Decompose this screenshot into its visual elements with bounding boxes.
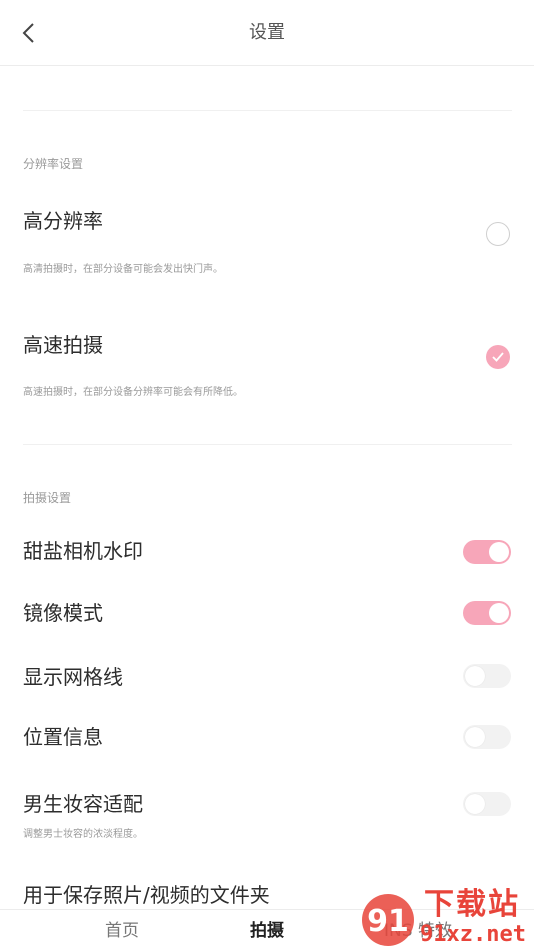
setting-desc-male-makeup: 调整男士妆容的浓淡程度。 <box>23 829 143 840</box>
toggle-knob <box>465 794 485 814</box>
toggle-grid-lines[interactable] <box>463 664 511 688</box>
option-desc-high-resolution: 高清拍摄时，在部分设备可能会发出快门声。 <box>23 264 223 275</box>
option-desc-high-speed: 高速拍摄时，在部分设备分辨率可能会有所降低。 <box>23 387 243 398</box>
setting-title-location: 位置信息 <box>23 725 103 749</box>
radio-high-resolution[interactable] <box>486 222 510 246</box>
section-label-resolution: 分辨率设置 <box>23 157 84 171</box>
section-label-shooting: 拍摄设置 <box>23 491 72 505</box>
option-title-high-speed[interactable]: 高速拍摄 <box>23 331 103 359</box>
setting-title-save-folder[interactable]: 用于保存照片/视频的文件夹 <box>23 881 270 909</box>
watermark-logo-icon: 91 <box>362 894 414 946</box>
toggle-male-makeup[interactable] <box>463 792 511 816</box>
toggle-knob <box>489 542 509 562</box>
site-watermark: 91 下载站 91xz.net <box>358 884 528 950</box>
toggle-knob <box>489 603 509 623</box>
toggle-location[interactable] <box>463 725 511 749</box>
nav-item-shoot[interactable]: 拍摄 <box>227 920 307 942</box>
setting-title-mirror-mode: 镜像模式 <box>23 601 103 625</box>
option-title-high-resolution[interactable]: 高分辨率 <box>23 207 103 235</box>
checkmark-icon <box>492 352 504 362</box>
divider <box>23 444 512 445</box>
watermark-logo-text: 91 <box>367 904 409 939</box>
page-title: 设置 <box>249 22 285 43</box>
nav-item-home[interactable]: 首页 <box>82 920 162 942</box>
setting-title-watermark: 甜盐相机水印 <box>23 539 143 563</box>
toggle-mirror-mode[interactable] <box>463 601 511 625</box>
toggle-knob <box>465 727 485 747</box>
radio-high-speed[interactable] <box>486 345 510 369</box>
divider <box>23 110 512 111</box>
watermark-text-bottom: 91xz.net <box>420 922 526 947</box>
header-bar: 设置 <box>0 0 534 66</box>
toggle-watermark[interactable] <box>463 540 511 564</box>
setting-title-grid-lines: 显示网格线 <box>23 665 123 689</box>
watermark-text-top: 下载站 <box>424 887 520 922</box>
setting-title-male-makeup: 男生妆容适配 <box>23 792 143 816</box>
toggle-knob <box>465 666 485 686</box>
